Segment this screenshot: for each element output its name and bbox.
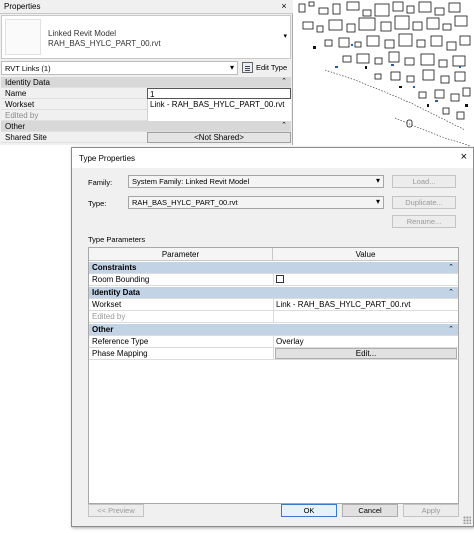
family-label: Family: <box>88 178 113 187</box>
type-family-name: Linked Revit Model <box>48 29 117 38</box>
dialog-title-bar[interactable]: Type Properties × <box>72 148 473 168</box>
edited-by-value-cell <box>273 311 458 322</box>
param-label: Shared Site <box>5 133 47 142</box>
param-label: Phase Mapping <box>92 349 148 358</box>
resize-grip-icon[interactable] <box>463 516 471 524</box>
reference-type-value: Overlay <box>276 337 304 346</box>
param-row-workset: Workset Link - RAH_BAS_HYLC_PART_00.rvt <box>89 299 458 311</box>
edited-by-value-cell <box>147 110 291 121</box>
apply-button[interactable]: Apply <box>403 504 459 517</box>
workset-value-cell[interactable]: Link - RAH_BAS_HYLC_PART_00.rvt <box>147 99 291 110</box>
type-dropdown[interactable]: RAH_BAS_HYLC_PART_00.rvt ▾ <box>128 196 384 209</box>
dialog-title: Type Properties <box>79 154 136 163</box>
collapse-icon[interactable]: ⌃ <box>448 325 454 333</box>
rename-button[interactable]: Rename... <box>392 215 456 228</box>
workset-value: Link - RAH_BAS_HYLC_PART_00.rvt <box>276 300 411 309</box>
group-label: Other <box>92 325 114 334</box>
phase-mapping-value-cell: Edit... <box>273 348 458 359</box>
param-row-reference-type: Reference Type Overlay <box>89 336 458 348</box>
param-label: Reference Type <box>92 337 149 346</box>
room-bounding-checkbox[interactable] <box>276 275 284 283</box>
ok-button[interactable]: OK <box>281 504 337 517</box>
group-constraints[interactable]: Constraints ⌃ <box>89 262 458 274</box>
close-icon[interactable]: × <box>279 1 289 12</box>
type-parameters-grid: Parameter Value Constraints ⌃ Room Bound… <box>88 247 459 504</box>
type-label: Type: <box>88 199 107 208</box>
group-label: Identity Data <box>92 288 141 297</box>
collapse-icon[interactable]: ⌃ <box>281 121 287 129</box>
type-properties-dialog: Type Properties × Family: System Family:… <box>71 147 474 527</box>
collapse-icon[interactable]: ⌃ <box>448 263 454 271</box>
properties-title-bar[interactable]: Properties × <box>0 0 293 14</box>
workset-value-cell[interactable]: Link - RAH_BAS_HYLC_PART_00.rvt <box>273 299 458 310</box>
param-row-edited-by: Edited by <box>89 311 458 323</box>
param-row-room-bounding: Room Bounding <box>89 274 458 286</box>
linked-model-drawing <box>298 1 472 147</box>
group-other[interactable]: Other ⌃ <box>1 121 291 132</box>
collapse-icon[interactable]: ⌃ <box>448 288 454 296</box>
name-value: 1 <box>150 90 155 99</box>
param-label: Workset <box>92 300 122 309</box>
collapse-icon[interactable]: ⌃ <box>281 77 287 85</box>
shared-site-button[interactable]: <Not Shared> <box>147 132 291 143</box>
value-column-header[interactable]: Value <box>273 248 458 261</box>
property-row-workset: Workset Link - RAH_BAS_HYLC_PART_00.rvt <box>1 99 291 110</box>
chevron-down-icon: ▾ <box>375 176 380 185</box>
property-row-edited-by: Edited by <box>1 110 291 121</box>
instance-filter-dropdown[interactable]: RVT Links (1) ▾ <box>1 61 238 75</box>
edit-type-label: Edit Type <box>256 63 288 72</box>
param-row-phase-mapping: Phase Mapping Edit... <box>89 348 458 360</box>
param-label: Workset <box>5 100 35 109</box>
grid-header: Parameter Value <box>89 248 458 261</box>
room-bounding-value-cell <box>273 274 458 285</box>
edit-type-button[interactable]: Edit Type <box>241 61 291 75</box>
properties-palette: Properties × Linked Revit Model RAH_BAS_… <box>0 0 293 145</box>
param-label: Name <box>5 89 27 98</box>
properties-title: Properties <box>4 2 41 11</box>
family-value: System Family: Linked Revit Model <box>132 177 250 186</box>
parameter-column-header[interactable]: Parameter <box>89 248 273 261</box>
instance-filter-row: RVT Links (1) ▾ Edit Type <box>1 61 291 76</box>
load-button[interactable]: Load... <box>392 175 456 188</box>
chevron-down-icon: ▾ <box>229 63 234 72</box>
param-label: Edited by <box>92 312 126 321</box>
type-selector[interactable]: Linked Revit Model RAH_BAS_HYLC_PART_00.… <box>1 15 291 59</box>
name-input[interactable]: 1 <box>147 88 291 99</box>
edit-type-icon <box>242 62 253 73</box>
group-label: Identity Data <box>5 78 50 87</box>
param-label: Edited by <box>5 111 39 120</box>
param-label: Room Bounding <box>92 275 150 284</box>
dropdown-arrow-icon[interactable]: ▾ <box>283 32 287 40</box>
property-row-name: Name 1 <box>1 88 291 99</box>
type-value: RAH_BAS_HYLC_PART_00.rvt <box>132 198 238 207</box>
close-icon[interactable]: × <box>461 151 467 163</box>
cancel-button[interactable]: Cancel <box>342 504 398 517</box>
type-name: RAH_BAS_HYLC_PART_00.rvt <box>48 39 161 48</box>
group-label: Constraints <box>92 263 137 272</box>
group-other[interactable]: Other ⌃ <box>89 324 458 336</box>
type-parameters-label: Type Parameters <box>88 235 146 244</box>
phase-mapping-edit-button[interactable]: Edit... <box>275 348 457 359</box>
reference-type-value-cell[interactable]: Overlay <box>273 336 458 347</box>
group-label: Other <box>5 122 26 131</box>
family-dropdown[interactable]: System Family: Linked Revit Model ▾ <box>128 175 384 188</box>
preview-button[interactable]: << Preview <box>88 504 144 517</box>
type-thumbnail <box>5 19 41 55</box>
chevron-down-icon: ▾ <box>375 197 380 206</box>
workset-value: Link - RAH_BAS_HYLC_PART_00.rvt <box>150 100 285 109</box>
group-identity-data[interactable]: Identity Data ⌃ <box>89 287 458 299</box>
duplicate-button[interactable]: Duplicate... <box>392 196 456 209</box>
property-row-shared-site: Shared Site <Not Shared> <box>1 132 291 143</box>
group-identity-data[interactable]: Identity Data ⌃ <box>1 77 291 88</box>
model-3d-view[interactable] <box>295 0 474 150</box>
instance-filter-label: RVT Links (1) <box>5 64 51 73</box>
